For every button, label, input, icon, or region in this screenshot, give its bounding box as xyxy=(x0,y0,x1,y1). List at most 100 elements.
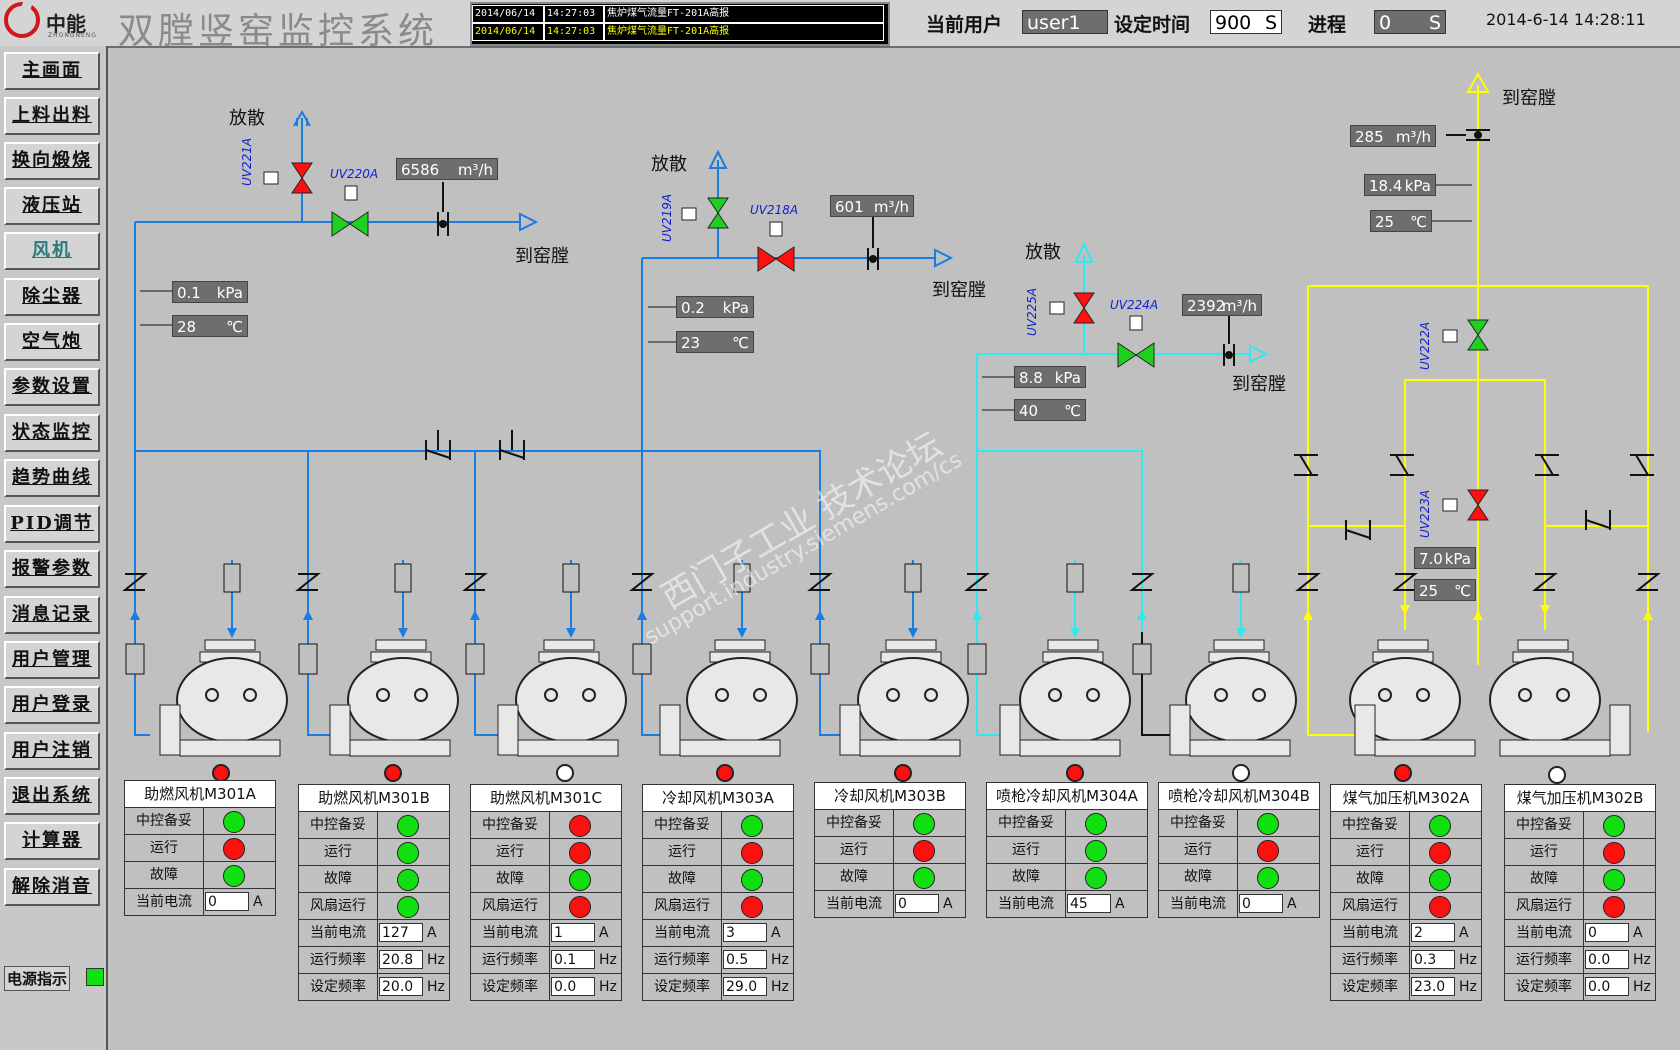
status-row: 运行 xyxy=(1505,839,1655,866)
status-row: 运行 xyxy=(471,839,621,866)
fan-m303a-icon[interactable] xyxy=(659,639,798,757)
value-unit: A xyxy=(599,925,609,941)
value-row: 运行频率 0.1 Hz xyxy=(471,947,621,974)
value-row: 运行频率 20.8 Hz xyxy=(299,947,449,974)
status-row: 中控备妥 xyxy=(815,810,965,837)
status-label: 中控备妥 xyxy=(1505,812,1584,838)
flow-unit: m³/h xyxy=(1221,297,1257,315)
valve-uv223a-icon[interactable] xyxy=(1467,489,1489,521)
motor-status-led xyxy=(716,764,734,782)
status-row: 故障 xyxy=(815,864,965,891)
valve-uv224a-icon[interactable] xyxy=(1117,342,1155,368)
status-led xyxy=(223,838,245,860)
pressure-display: 18.4 kPa xyxy=(1364,174,1436,196)
status-row: 故障 xyxy=(299,866,449,893)
value-row: 当前电流 45 A xyxy=(987,891,1147,917)
value-field: 3 xyxy=(723,923,767,942)
status-led xyxy=(1429,842,1451,864)
status-led xyxy=(569,896,591,918)
status-label: 中控备妥 xyxy=(125,808,204,834)
status-row: 中控备妥 xyxy=(1505,812,1655,839)
temperature-value: 28 xyxy=(177,318,197,336)
pressure-value: 7.0 xyxy=(1419,550,1443,568)
valve-uv218a-icon[interactable] xyxy=(757,246,795,272)
value-unit: Hz xyxy=(1459,979,1477,995)
pressure-unit: kPa xyxy=(722,299,749,317)
setpoint-input[interactable]: 0.0 xyxy=(1585,977,1629,996)
fan-m304a-icon[interactable] xyxy=(999,639,1131,757)
valve-tag-uv225a: UV225A xyxy=(1025,287,1039,336)
value-label: 当前电流 xyxy=(1159,891,1238,917)
fan-panel-m301c[interactable]: 助燃风机M301C 中控备妥 运行 故障 风扇运行 当前电流 1 A 运行频率 0.1… xyxy=(470,784,622,1001)
to-kiln-label: 到窑膛 xyxy=(932,280,986,301)
valve-uv222a-icon[interactable] xyxy=(1467,319,1489,351)
fan-m304b-icon[interactable] xyxy=(1169,639,1297,757)
status-led xyxy=(1257,867,1279,889)
fan-inlet-arrows xyxy=(227,628,918,638)
status-led xyxy=(1603,896,1625,918)
fan-panel-m303b[interactable]: 冷却风机M303B 中控备妥 运行 故障 当前电流 0 A xyxy=(814,782,966,918)
status-row: 故障 xyxy=(1331,866,1481,893)
pressure-display: 7.0 kPa xyxy=(1414,547,1476,569)
value-unit: Hz xyxy=(599,952,617,968)
fan-m303b-icon[interactable] xyxy=(839,639,969,757)
status-row: 中控备妥 xyxy=(471,812,621,839)
status-row: 中控备妥 xyxy=(1159,810,1319,837)
fan-panel-m301a[interactable]: 助燃风机M301A 中控备妥 运行 故障 当前电流 0 A xyxy=(124,780,276,916)
status-label: 风扇运行 xyxy=(643,893,722,919)
pressure-display: 0.1 kPa xyxy=(172,281,248,303)
value-unit: A xyxy=(427,925,437,941)
value-unit: Hz xyxy=(771,952,789,968)
setpoint-input[interactable]: 23.0 xyxy=(1411,977,1455,996)
fan-m301b-icon[interactable] xyxy=(329,639,459,757)
status-led xyxy=(1085,867,1107,889)
setpoint-input[interactable]: 29.0 xyxy=(723,977,767,996)
lance-cooling-piping xyxy=(976,255,1250,736)
status-row: 运行 xyxy=(125,835,275,862)
fan-m302b-icon[interactable] xyxy=(1489,639,1631,757)
value-label: 运行频率 xyxy=(643,947,722,973)
setpoint-input[interactable]: 20.0 xyxy=(379,977,423,996)
flow-display: 6586 m³/h xyxy=(396,158,498,180)
value-field: 0.5 xyxy=(723,950,767,969)
fan-panel-m302b[interactable]: 煤气加压机M302B 中控备妥 运行 故障 风扇运行 当前电流 0 A 运行频率 0.… xyxy=(1504,784,1656,1001)
setpoint-input[interactable]: 0.0 xyxy=(551,977,595,996)
value-label: 当前电流 xyxy=(643,920,722,946)
fan-panel-m302a[interactable]: 煤气加压机M302A 中控备妥 运行 故障 风扇运行 当前电流 2 A 运行频率 0.… xyxy=(1330,784,1482,1001)
flow-display: 601 m³/h xyxy=(830,195,914,217)
valve-tag-uv222a: UV222A xyxy=(1418,321,1432,370)
motor-status-led xyxy=(1066,764,1084,782)
upward-flow-arrows xyxy=(972,610,1147,620)
status-label: 故障 xyxy=(1331,866,1410,892)
status-row: 运行 xyxy=(1331,839,1481,866)
status-led xyxy=(741,869,763,891)
fan-m301a-icon[interactable] xyxy=(159,639,288,757)
motor-status-led xyxy=(1394,764,1412,782)
fan-panel-m303a[interactable]: 冷却风机M303A 中控备妥 运行 故障 风扇运行 当前电流 3 A 运行频率 0.5… xyxy=(642,784,794,1001)
status-label: 运行 xyxy=(125,835,204,861)
status-label: 风扇运行 xyxy=(471,893,550,919)
pressure-value: 0.1 xyxy=(177,284,201,302)
status-label: 中控备妥 xyxy=(1331,812,1410,838)
valve-uv221a-icon[interactable] xyxy=(291,162,313,194)
fan-m301c-icon[interactable] xyxy=(497,639,627,757)
value-label: 设定频率 xyxy=(471,974,550,1000)
status-row: 风扇运行 xyxy=(1331,893,1481,920)
value-row: 运行频率 0.0 Hz xyxy=(1505,947,1655,974)
fan-panel-m304a[interactable]: 喷枪冷却风机M304A 中控备妥 运行 故障 当前电流 45 A xyxy=(986,782,1148,918)
status-label: 运行 xyxy=(1331,839,1410,865)
fan-panel-m304b[interactable]: 喷枪冷却风机M304B 中控备妥 运行 故障 当前电流 0 A xyxy=(1158,782,1320,918)
status-led xyxy=(741,896,763,918)
temperature-display: 25 ℃ xyxy=(1370,210,1432,232)
valve-uv219a-icon[interactable] xyxy=(707,197,729,229)
valve-uv220a-icon[interactable] xyxy=(331,211,369,237)
fan-panel-m301b[interactable]: 助燃风机M301B 中控备妥 运行 故障 风扇运行 当前电流 127 A 运行频率 2… xyxy=(298,784,450,1001)
value-row: 设定频率 29.0 Hz xyxy=(643,974,793,1000)
status-label: 中控备妥 xyxy=(643,812,722,838)
valve-uv225a-icon[interactable] xyxy=(1073,292,1095,324)
status-led xyxy=(223,865,245,887)
status-row: 运行 xyxy=(987,837,1147,864)
fan-title: 喷枪冷却风机M304A xyxy=(987,783,1147,810)
to-kiln-label: 到窑膛 xyxy=(1502,88,1556,109)
fan-m302a-icon[interactable] xyxy=(1349,639,1476,757)
